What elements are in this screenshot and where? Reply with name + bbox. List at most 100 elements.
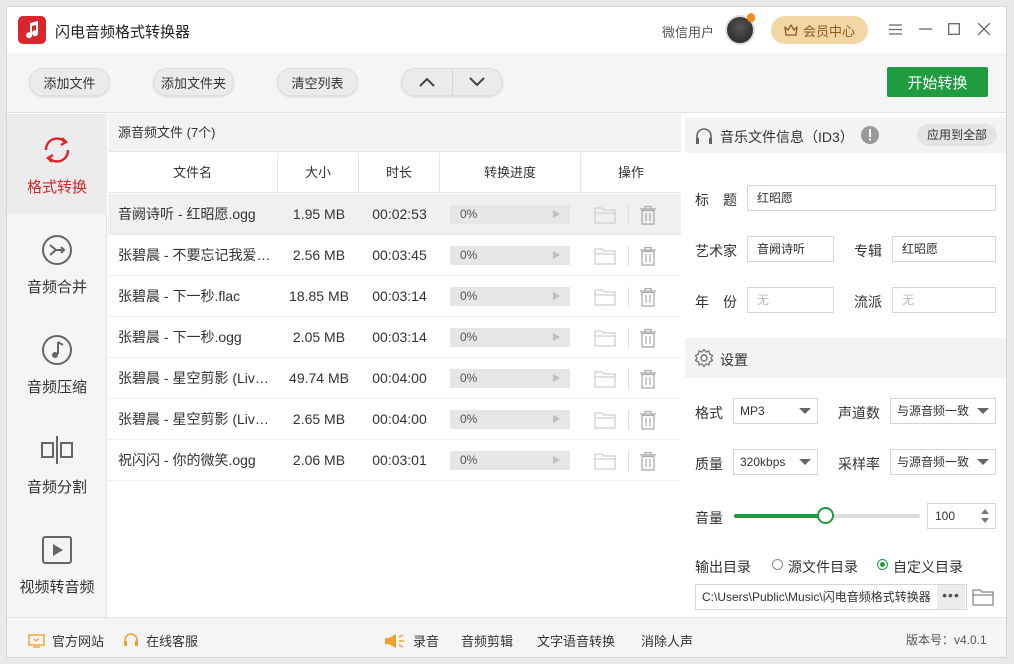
row-actions	[594, 327, 672, 349]
play-icon[interactable]	[553, 456, 560, 464]
trash-icon[interactable]	[639, 328, 657, 348]
output-custom-label[interactable]: 自定义目录	[893, 557, 963, 577]
sidebar-item-label: 格式转换	[26, 179, 87, 196]
website-label: 官方网站	[52, 634, 105, 649]
add-folder-button[interactable]: 添加文件夹	[153, 68, 234, 96]
trash-icon[interactable]	[639, 410, 657, 430]
play-icon[interactable]	[553, 415, 560, 423]
stepper-down-icon[interactable]	[981, 518, 989, 523]
table-row[interactable]: 音阙诗听 - 红昭愿.ogg 1.95 MB 00:02:53 0%	[108, 194, 681, 235]
progress-text: 0%	[460, 330, 478, 344]
file-name: 祝闪闪 - 你的微笑.ogg	[118, 452, 256, 468]
table-row[interactable]: 张碧晨 - 星空剪影 (Live).ogg 2.65 MB 00:04:00 0%	[108, 399, 681, 440]
app-logo-icon	[18, 16, 46, 44]
artist-field[interactable]: 音阙诗听	[747, 236, 834, 262]
output-custom-radio[interactable]	[877, 559, 888, 570]
title-field[interactable]: 红昭愿	[747, 185, 996, 211]
play-icon[interactable]	[553, 374, 560, 382]
table-row[interactable]: 张碧晨 - 下一秒.ogg 2.05 MB 00:03:14 0%	[108, 317, 681, 358]
volume-slider-fill	[734, 514, 826, 518]
sidebar-item-audio-compress[interactable]: 音频压缩	[7, 314, 107, 414]
table-row[interactable]: 祝闪闪 - 你的微笑.ogg 2.06 MB 00:03:01 0%	[108, 440, 681, 481]
title-label: 标 题	[695, 192, 737, 208]
quality-value: 320kbps	[740, 455, 786, 469]
output-path-field[interactable]: C:\Users\Public\Music\闪电音频格式转换器	[695, 584, 967, 610]
divider	[628, 287, 629, 307]
audio-edit-link[interactable]: 音频剪辑	[461, 631, 513, 650]
play-icon[interactable]	[553, 292, 560, 300]
folder-icon[interactable]	[972, 587, 994, 606]
browse-more-button[interactable]: •••	[937, 585, 965, 609]
sidebar-item-audio-merge[interactable]: 音频合并	[7, 214, 107, 314]
file-size: 49.74 MB	[289, 370, 349, 386]
menu-icon[interactable]	[885, 19, 905, 39]
trash-icon[interactable]	[639, 205, 657, 225]
sidebar-item-format-convert[interactable]: 格式转换	[7, 114, 107, 214]
table-row[interactable]: 张碧晨 - 星空剪影 (Live).flac 49.74 MB 00:04:00 0%	[108, 358, 681, 399]
folder-icon[interactable]	[594, 247, 616, 265]
clear-list-button[interactable]: 清空列表	[277, 68, 358, 96]
progress-bar: 0%	[450, 246, 570, 265]
maximize-icon[interactable]	[944, 19, 964, 39]
trash-icon[interactable]	[639, 287, 657, 307]
chevron-down-icon	[977, 408, 989, 414]
move-up-button[interactable]	[402, 69, 453, 95]
minimize-icon[interactable]	[915, 19, 935, 39]
sidebar-item-audio-split[interactable]: 音频分割	[7, 414, 107, 514]
output-source-radio[interactable]	[772, 559, 783, 570]
vocal-remove-link[interactable]: 消除人声	[641, 631, 693, 650]
toolbar: 添加文件 添加文件夹 清空列表 开始转换	[7, 53, 1006, 113]
trash-icon[interactable]	[639, 451, 657, 471]
file-duration: 00:02:53	[372, 206, 427, 222]
volume-stepper[interactable]: 100	[927, 503, 996, 529]
column-header-duration: 时长	[359, 153, 440, 193]
info-alert-icon[interactable]	[860, 125, 880, 145]
samplerate-select[interactable]: 与源音频一致	[890, 449, 996, 475]
table-row[interactable]: 张碧晨 - 不要忘记我爱你.flac 2.56 MB 00:03:45 0%	[108, 235, 681, 276]
progress-text: 0%	[460, 248, 478, 262]
column-header-progress: 转换进度	[440, 153, 581, 193]
stepper-up-icon[interactable]	[981, 509, 989, 514]
service-link[interactable]: 在线客服	[123, 631, 198, 650]
play-icon[interactable]	[553, 333, 560, 341]
trash-icon[interactable]	[639, 369, 657, 389]
sidebar-item-label: 音频合并	[26, 279, 87, 296]
move-down-button[interactable]	[453, 69, 503, 95]
folder-icon[interactable]	[594, 206, 616, 224]
vip-center-button[interactable]: 会员中心	[771, 16, 868, 44]
play-icon[interactable]	[553, 251, 560, 259]
folder-icon[interactable]	[594, 288, 616, 306]
folder-icon[interactable]	[594, 452, 616, 470]
tts-link[interactable]: 文字语音转换	[537, 631, 615, 650]
year-field[interactable]: 无	[747, 287, 834, 313]
user-name[interactable]: 微信用户	[662, 22, 714, 41]
year-label: 年 份	[695, 294, 737, 310]
folder-icon[interactable]	[594, 411, 616, 429]
sidebar: 格式转换 音频合并 音频压缩 音频分割 视频转音频	[7, 114, 107, 617]
play-icon[interactable]	[553, 210, 560, 218]
quality-select[interactable]: 320kbps	[733, 449, 818, 475]
status-bar: 官方网站 在线客服 录音 音频剪辑 文字语音转换 消除人声 版本号：v4.0.1	[7, 617, 1006, 657]
add-file-button[interactable]: 添加文件	[29, 68, 110, 96]
genre-field[interactable]: 无	[892, 287, 996, 313]
chevron-down-icon	[977, 459, 989, 465]
trash-icon[interactable]	[639, 246, 657, 266]
sidebar-item-label: 音频分割	[26, 479, 87, 496]
folder-icon[interactable]	[594, 329, 616, 347]
volume-slider-handle[interactable]	[817, 507, 835, 524]
artist-label: 艺术家	[695, 243, 737, 259]
record-link[interactable]: 录音	[382, 631, 439, 650]
file-duration: 00:04:00	[372, 370, 427, 386]
folder-icon[interactable]	[594, 370, 616, 388]
album-field[interactable]: 红昭愿	[892, 236, 996, 262]
close-icon[interactable]	[974, 19, 994, 39]
start-convert-button[interactable]: 开始转换	[887, 67, 988, 97]
apply-all-button[interactable]: 应用到全部	[917, 124, 997, 146]
table-row[interactable]: 张碧晨 - 下一秒.flac 18.85 MB 00:03:14 0%	[108, 276, 681, 317]
output-source-label[interactable]: 源文件目录	[788, 557, 858, 577]
gear-icon	[694, 348, 714, 368]
channels-select[interactable]: 与源音频一致	[890, 398, 996, 424]
format-select[interactable]: MP3	[733, 398, 818, 424]
website-link[interactable]: 官方网站	[28, 631, 104, 650]
sidebar-item-video-to-audio[interactable]: 视频转音频	[7, 514, 107, 614]
